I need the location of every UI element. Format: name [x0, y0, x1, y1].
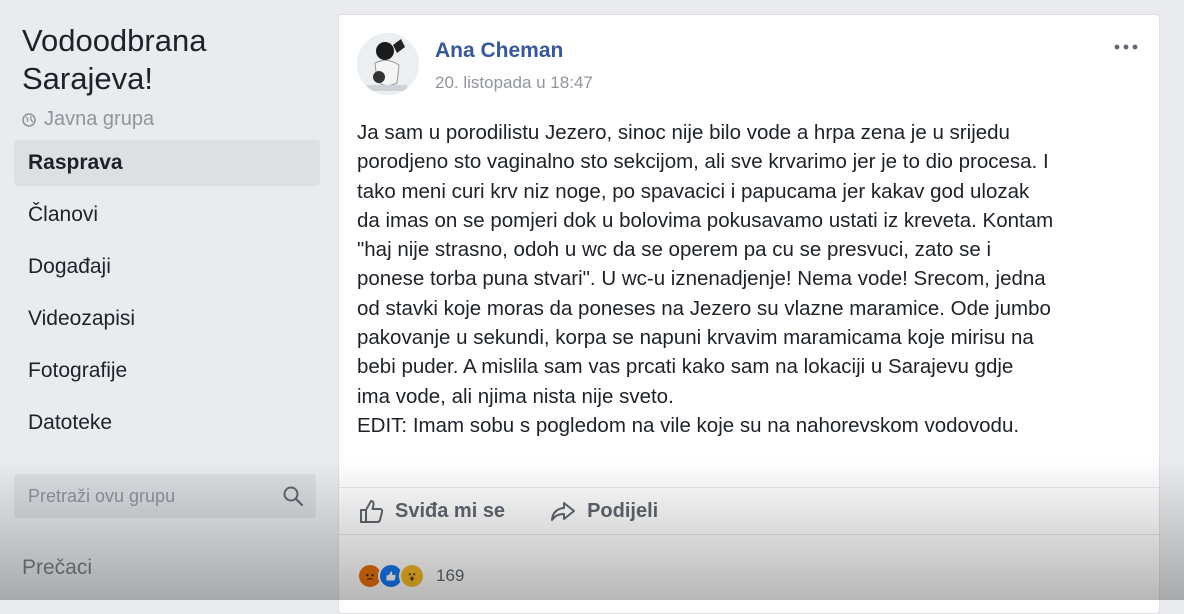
nav-item-videozapisi[interactable]: Videozapisi	[14, 296, 320, 342]
avatar[interactable]	[357, 33, 419, 95]
post-author[interactable]: Ana Cheman	[435, 39, 563, 63]
post-text-line: "haj nije strasno, odoh u wc da se opere…	[357, 238, 992, 262]
group-privacy: Javna grupa	[22, 108, 154, 131]
post-text-line: ima vode, ali njima nista nije sveto.	[357, 384, 674, 408]
post-text-line: da imas on se pomjeri dok u bolovima pok…	[357, 208, 1054, 232]
thumbs-up-icon	[360, 500, 384, 523]
post-text-line: od stavki koje moras da poneses na Jezer…	[357, 296, 1051, 320]
post-actions: Sviđa mi se Podijeli	[339, 487, 1159, 535]
post-text-line: pakovanje u sekundi, korpa se napuni krv…	[357, 326, 1034, 350]
post-text-line: bebi puder. A mislila sam vas prcati kak…	[357, 355, 1014, 379]
search-input[interactable]	[26, 484, 282, 508]
post-timestamp[interactable]: 20. listopada u 18:47	[435, 73, 593, 93]
group-privacy-label: Javna grupa	[44, 108, 155, 130]
globe-icon	[22, 112, 36, 127]
share-icon	[551, 502, 576, 521]
shortcuts-heading: Prečaci	[22, 556, 93, 579]
post-body: Ja sam u porodilistu Jezero, sinoc nije …	[357, 118, 1147, 440]
share-button[interactable]: Podijeli	[549, 497, 658, 525]
group-search	[14, 474, 316, 518]
nav-item-fotografije[interactable]: Fotografije	[14, 348, 320, 394]
post-text-line: porodjeno sto vaginalno sto sekcijom, al…	[357, 150, 1049, 174]
left-sidebar: Vodoodbrana Sarajeva! Javna grupa Raspra…	[0, 0, 330, 600]
post-text-line: ponese torba puna stvari". U wc-u iznena…	[357, 267, 1046, 291]
like-label: Sviđa mi se	[395, 499, 506, 522]
avatar-image	[357, 33, 419, 95]
nav-item-clanovi[interactable]: Članovi	[14, 192, 320, 238]
share-label: Podijeli	[587, 499, 659, 522]
group-nav: Rasprava Članovi Događaji Videozapisi Fo…	[14, 140, 320, 452]
reaction-summary[interactable]: 169	[357, 563, 464, 589]
post-text-line: tako meni curi krv niz noge, po spavacic…	[357, 179, 1030, 203]
group-title[interactable]: Vodoodbrana Sarajeva!	[22, 22, 322, 98]
reaction-count: 169	[436, 566, 465, 585]
post-card: Ana Cheman 20. listopada u 18:47 Ja sam …	[338, 14, 1160, 614]
wow-reaction-icon	[399, 563, 425, 589]
search-icon[interactable]	[282, 485, 304, 507]
more-icon	[1114, 44, 1138, 50]
nav-item-dogadaji[interactable]: Događaji	[14, 244, 320, 290]
like-button[interactable]: Sviđa mi se	[357, 497, 505, 525]
nav-item-datoteke[interactable]: Datoteke	[14, 400, 320, 446]
nav-item-rasprava[interactable]: Rasprava	[14, 140, 320, 186]
post-options-button[interactable]	[1109, 35, 1143, 59]
post-text-line: Ja sam u porodilistu Jezero, sinoc nije …	[357, 121, 1010, 144]
post-text-line: EDIT: Imam sobu s pogledom na vile koje …	[357, 413, 1020, 437]
